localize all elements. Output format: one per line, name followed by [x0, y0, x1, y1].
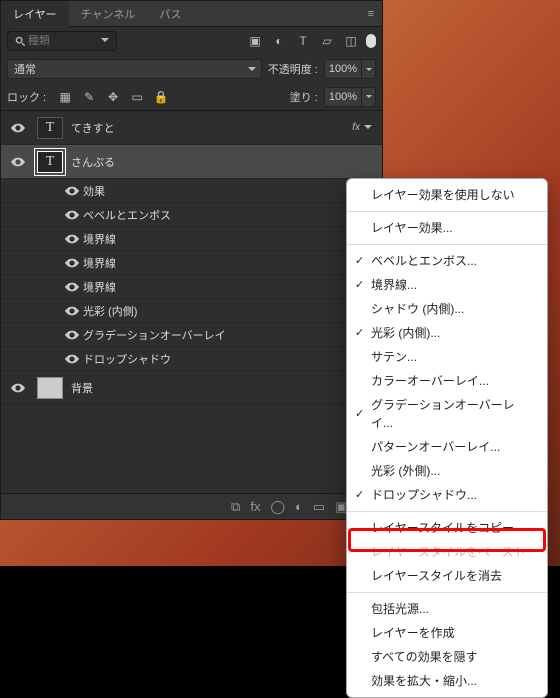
eye-icon[interactable] [61, 282, 83, 292]
panel-footer: ⧉ fx ◯ ◐ ▭ ▣ 🗑 [1, 493, 382, 519]
effect-row[interactable]: 境界線 [1, 251, 382, 275]
menu-hide-all[interactable]: すべての効果を隠す [347, 645, 547, 669]
type-layer-thumb: T [37, 151, 63, 173]
lock-artboard-icon[interactable]: ▭ [128, 88, 146, 106]
filter-shape-icon[interactable]: ▱ [318, 32, 336, 50]
layer-name: 背景 [71, 380, 376, 396]
eye-icon[interactable] [61, 354, 83, 364]
eye-icon[interactable] [7, 157, 29, 167]
menu-layer-effects[interactable]: レイヤー効果... [347, 216, 547, 240]
eye-icon[interactable] [61, 210, 83, 220]
search-icon [14, 32, 28, 50]
filter-image-icon[interactable]: ▣ [246, 32, 264, 50]
menu-separator [347, 511, 547, 512]
menu-inner-shadow[interactable]: シャドウ (内側)... [347, 297, 547, 321]
menu-global-light[interactable]: 包括光源... [347, 597, 547, 621]
fx-badge[interactable]: fx [352, 122, 360, 133]
eye-icon[interactable] [7, 123, 29, 133]
fill-label: 塗り : [290, 89, 318, 105]
effect-row[interactable]: ドロップシャドウ [1, 347, 382, 371]
menu-drop-shadow[interactable]: ドロップシャドウ... [347, 483, 547, 507]
adjust-icon[interactable]: ◐ [295, 499, 303, 514]
layer-row[interactable]: T さんぷる [1, 145, 382, 179]
opacity-label: 不透明度 : [268, 61, 318, 77]
menu-copy-style[interactable]: レイヤースタイルをコピー [347, 516, 547, 540]
blend-mode-select[interactable]: 通常 [7, 59, 262, 79]
panel-menu-icon[interactable]: ≡ [360, 8, 382, 20]
type-layer-thumb: T [37, 117, 63, 139]
eye-icon[interactable] [61, 186, 83, 196]
menu-paste-style: レイヤースタイルをペースト [347, 540, 547, 564]
filter-adjust-icon[interactable]: ◐ [270, 32, 288, 50]
layers-panel: レイヤー チャンネル パス ≡ ▣ ◐ T ▱ ◫ 通常 不透明度 : 100%… [0, 0, 383, 520]
effect-label: 効果 [83, 183, 376, 199]
lock-row: ロック : ▦ ✎ ✥ ▭ 🔒 塗り : 100% [1, 83, 382, 111]
menu-stroke[interactable]: 境界線... [347, 273, 547, 297]
menu-scale-effects[interactable]: 効果を拡大・縮小... [347, 669, 547, 693]
fx-context-menu: レイヤー効果を使用しない レイヤー効果... ベベルとエンボス... 境界線..… [346, 178, 548, 698]
menu-disable-effects[interactable]: レイヤー効果を使用しない [347, 183, 547, 207]
mask-icon[interactable]: ◯ [270, 499, 285, 515]
effect-label: 光彩 (内側) [83, 303, 376, 319]
menu-clear-style[interactable]: レイヤースタイルを消去 [347, 564, 547, 588]
effect-row[interactable]: 光彩 (内側) [1, 299, 382, 323]
effect-row[interactable]: 境界線 [1, 227, 382, 251]
layer-name: てきすと [71, 120, 352, 136]
menu-gradient-overlay[interactable]: グラデーションオーバーレイ... [347, 393, 547, 435]
fx-menu-icon[interactable]: fx [250, 499, 260, 514]
bg-layer-thumb [37, 377, 63, 399]
layers-list: T てきすと fx T さんぷる 効果 ベベルとエンボス 境界線 境界線 境界線… [1, 111, 382, 493]
effect-label: 境界線 [83, 231, 376, 247]
layer-name: さんぷる [71, 154, 376, 170]
menu-color-overlay[interactable]: カラーオーバーレイ... [347, 369, 547, 393]
menu-pattern-overlay[interactable]: パターンオーバーレイ... [347, 435, 547, 459]
filter-row: ▣ ◐ T ▱ ◫ [1, 27, 382, 55]
effect-label: 境界線 [83, 279, 376, 295]
lock-position-icon[interactable]: ✥ [104, 88, 122, 106]
menu-outer-glow[interactable]: 光彩 (外側)... [347, 459, 547, 483]
fill-field[interactable]: 100% [324, 87, 376, 107]
blend-row: 通常 不透明度 : 100% [1, 55, 382, 83]
effect-row[interactable]: 境界線 [1, 275, 382, 299]
filter-type-icon[interactable]: T [294, 32, 312, 50]
menu-bevel[interactable]: ベベルとエンボス... [347, 249, 547, 273]
tab-channels[interactable]: チャンネル [69, 1, 148, 27]
eye-icon[interactable] [61, 234, 83, 244]
lock-label: ロック : [7, 89, 46, 105]
eye-icon[interactable] [61, 258, 83, 268]
opacity-field[interactable]: 100% [324, 59, 376, 79]
effect-row[interactable]: ベベルとエンボス [1, 203, 382, 227]
tab-layers[interactable]: レイヤー [1, 1, 69, 27]
effect-row[interactable]: 効果 [1, 179, 382, 203]
effect-label: ドロップシャドウ [83, 351, 376, 367]
search-box[interactable] [7, 31, 117, 51]
layer-row[interactable]: 背景 [1, 371, 382, 405]
effect-label: 境界線 [83, 255, 376, 271]
effect-label: ベベルとエンボス [83, 207, 376, 223]
menu-separator [347, 211, 547, 212]
eye-icon[interactable] [61, 306, 83, 316]
lock-transparency-icon[interactable]: ▦ [56, 88, 74, 106]
chevron-down-icon[interactable] [101, 35, 110, 47]
folder-icon[interactable]: ▭ [313, 499, 325, 515]
menu-separator [347, 592, 547, 593]
lock-all-icon[interactable]: 🔒 [152, 88, 170, 106]
tab-paths[interactable]: パス [147, 1, 193, 27]
menu-inner-glow[interactable]: 光彩 (内側)... [347, 321, 547, 345]
chevron-down-icon[interactable] [364, 122, 376, 134]
link-icon[interactable]: ⧉ [231, 499, 240, 515]
eye-icon[interactable] [7, 383, 29, 393]
effect-row[interactable]: グラデーションオーバーレイ [1, 323, 382, 347]
menu-satin[interactable]: サテン... [347, 345, 547, 369]
effect-label: グラデーションオーバーレイ [83, 327, 376, 343]
panel-tabs: レイヤー チャンネル パス ≡ [1, 1, 382, 27]
filter-toggle-icon[interactable] [366, 34, 376, 48]
menu-create-layer[interactable]: レイヤーを作成 [347, 621, 547, 645]
eye-icon[interactable] [61, 330, 83, 340]
filter-smart-icon[interactable]: ◫ [342, 32, 360, 50]
search-input[interactable] [28, 35, 101, 47]
menu-separator [347, 244, 547, 245]
lock-paint-icon[interactable]: ✎ [80, 88, 98, 106]
layer-row[interactable]: T てきすと fx [1, 111, 382, 145]
